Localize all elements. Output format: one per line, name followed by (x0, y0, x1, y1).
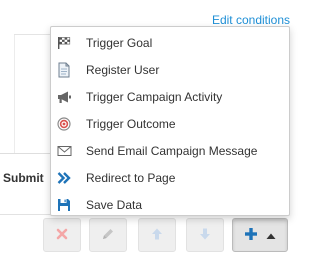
pencil-icon (101, 227, 115, 244)
arrow-up-icon (151, 227, 163, 244)
menu-item-label: Save Data (86, 197, 143, 212)
menu-item-trigger-campaign-activity[interactable]: Trigger Campaign Activity (51, 83, 289, 110)
add-action-dropdown-menu: Trigger Goal Register User Trigger Campa… (50, 26, 290, 216)
submit-section-label: Submit (3, 171, 44, 185)
add-action-button[interactable] (232, 218, 288, 252)
delete-button[interactable] (43, 218, 81, 252)
double-chevron-right-icon (56, 170, 72, 186)
menu-item-save-data[interactable]: Save Data (51, 191, 289, 218)
megaphone-icon (56, 89, 72, 105)
document-icon (56, 62, 72, 78)
divider (0, 214, 50, 215)
target-icon (56, 116, 72, 132)
menu-item-label: Register User (86, 62, 160, 77)
menu-item-label: Redirect to Page (86, 170, 176, 185)
menu-item-send-email-campaign-message[interactable]: Send Email Campaign Message (51, 137, 289, 164)
x-icon (56, 228, 68, 243)
menu-item-trigger-outcome[interactable]: Trigger Outcome (51, 110, 289, 137)
menu-item-redirect-to-page[interactable]: Redirect to Page (51, 164, 289, 191)
menu-item-label: Trigger Outcome (86, 116, 176, 131)
menu-item-trigger-goal[interactable]: Trigger Goal (51, 29, 289, 56)
menu-item-label: Trigger Goal (86, 35, 153, 50)
caret-up-icon (266, 228, 276, 242)
rules-editor-panel: Edit conditions Submit Trigger Goal Regi… (0, 0, 296, 268)
divider (0, 153, 50, 154)
edit-conditions-link[interactable]: Edit conditions (212, 13, 290, 27)
plus-icon (244, 227, 258, 244)
checkered-flag-icon (56, 35, 72, 51)
menu-item-label: Send Email Campaign Message (86, 143, 258, 158)
edit-button[interactable] (89, 218, 127, 252)
envelope-icon (56, 143, 72, 159)
menu-item-label: Trigger Campaign Activity (86, 89, 223, 104)
move-down-button[interactable] (186, 218, 224, 252)
menu-item-register-user[interactable]: Register User (51, 56, 289, 83)
arrow-down-icon (199, 227, 211, 244)
floppy-disk-icon (56, 197, 72, 213)
divider (14, 35, 15, 153)
move-up-button[interactable] (138, 218, 176, 252)
divider (14, 34, 50, 35)
